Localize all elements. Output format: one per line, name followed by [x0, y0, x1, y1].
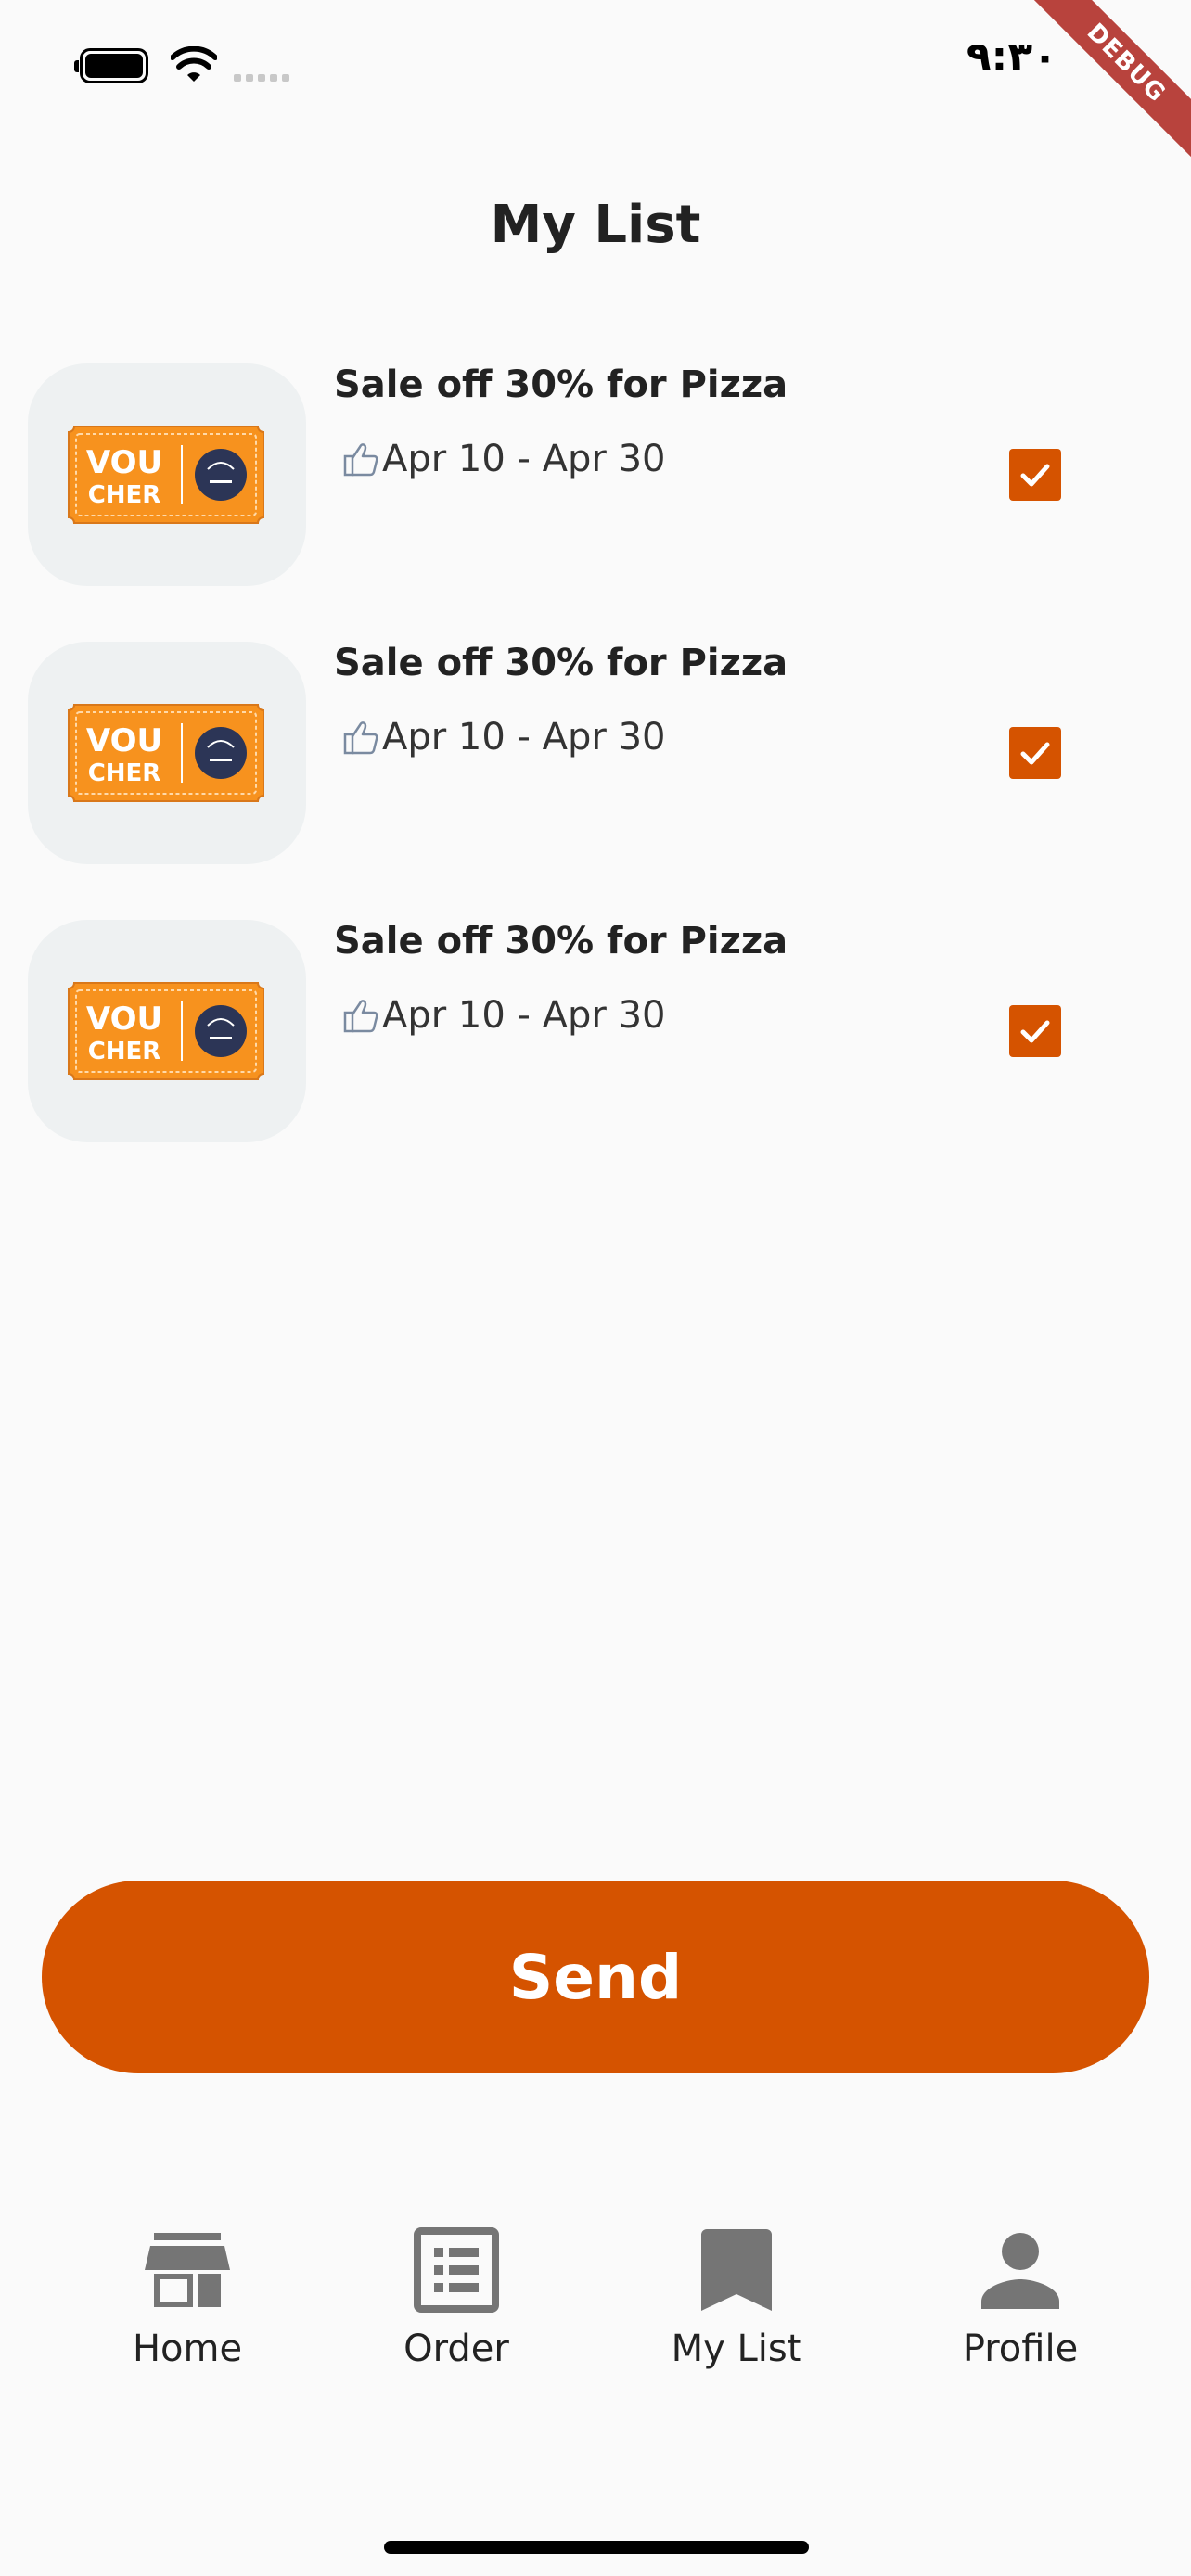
voucher-image: VOU CHER: [68, 982, 264, 1080]
send-button[interactable]: Send: [42, 1881, 1149, 2073]
voucher-date-row: Apr 10 - Apr 30: [341, 438, 666, 480]
voucher-title: Sale off 30% for Pizza: [334, 642, 788, 684]
voucher-checkbox[interactable]: [1009, 449, 1061, 501]
voucher-image-text-top: VOU: [86, 1001, 162, 1038]
nav-label-my-list: My List: [671, 2327, 802, 2370]
voucher-list: VOU CHER Sale off 30% for Pizza Apr 10 -…: [28, 363, 1191, 1198]
nav-item-my-list[interactable]: My List: [625, 2225, 848, 2370]
page-title: My List: [490, 195, 701, 255]
nav-label-profile: Profile: [962, 2327, 1079, 2370]
voucher-date-row: Apr 10 - Apr 30: [341, 716, 666, 759]
nav-item-order[interactable]: Order: [345, 2225, 568, 2370]
debug-banner: DEBUG: [1005, 0, 1191, 185]
voucher-image-text-bottom: CHER: [88, 1038, 161, 1065]
voucher-list-item[interactable]: VOU CHER Sale off 30% for Pizza Apr 10 -…: [28, 363, 1191, 586]
voucher-thumbnail: VOU CHER: [28, 920, 306, 1142]
bookmark-icon: [701, 2229, 772, 2311]
voucher-image-text-bottom: CHER: [88, 481, 161, 509]
thumbs-up-icon: [343, 443, 378, 477]
thumbs-up-icon: [343, 721, 378, 755]
battery-icon: [74, 48, 148, 83]
checkmark-icon: [1020, 742, 1050, 765]
checkmark-icon: [1020, 464, 1050, 487]
voucher-date-row: Apr 10 - Apr 30: [341, 994, 666, 1037]
voucher-thumbnail: VOU CHER: [28, 642, 306, 864]
list-icon: [414, 2227, 499, 2313]
nav-label-home: Home: [132, 2327, 243, 2370]
bottom-navigation: Home Order My List Profile: [0, 2225, 1191, 2411]
voucher-title: Sale off 30% for Pizza: [334, 363, 788, 406]
voucher-image: VOU CHER: [68, 426, 264, 524]
status-bar: ٩:٣٠ DEBUG: [0, 0, 1191, 170]
voucher-list-item[interactable]: VOU CHER Sale off 30% for Pizza Apr 10 -…: [28, 642, 1191, 864]
voucher-image: VOU CHER: [68, 704, 264, 802]
voucher-image-text-top: VOU: [86, 444, 162, 481]
voucher-title: Sale off 30% for Pizza: [334, 920, 788, 963]
store-icon: [145, 2233, 230, 2307]
nav-item-home[interactable]: Home: [76, 2225, 299, 2370]
person-icon: [981, 2233, 1059, 2309]
screen: ٩:٣٠ DEBUG My List VOU CHER Sale off 30%…: [0, 0, 1191, 2576]
voucher-date: Apr 10 - Apr 30: [382, 438, 666, 480]
debug-label: DEBUG: [1019, 0, 1191, 170]
voucher-list-item[interactable]: VOU CHER Sale off 30% for Pizza Apr 10 -…: [28, 920, 1191, 1142]
nav-label-order: Order: [403, 2327, 509, 2370]
voucher-date: Apr 10 - Apr 30: [382, 716, 666, 759]
voucher-image-text-top: VOU: [86, 722, 162, 759]
nav-item-profile[interactable]: Profile: [909, 2225, 1132, 2370]
voucher-checkbox[interactable]: [1009, 1005, 1061, 1057]
cellular-signal-icon: [234, 74, 289, 82]
voucher-thumbnail: VOU CHER: [28, 363, 306, 586]
voucher-checkbox[interactable]: [1009, 727, 1061, 779]
voucher-date: Apr 10 - Apr 30: [382, 994, 666, 1037]
wifi-icon: [171, 46, 217, 82]
thumbs-up-icon: [343, 1000, 378, 1033]
home-indicator: [384, 2541, 809, 2554]
voucher-image-text-bottom: CHER: [88, 759, 161, 787]
checkmark-icon: [1020, 1020, 1050, 1043]
